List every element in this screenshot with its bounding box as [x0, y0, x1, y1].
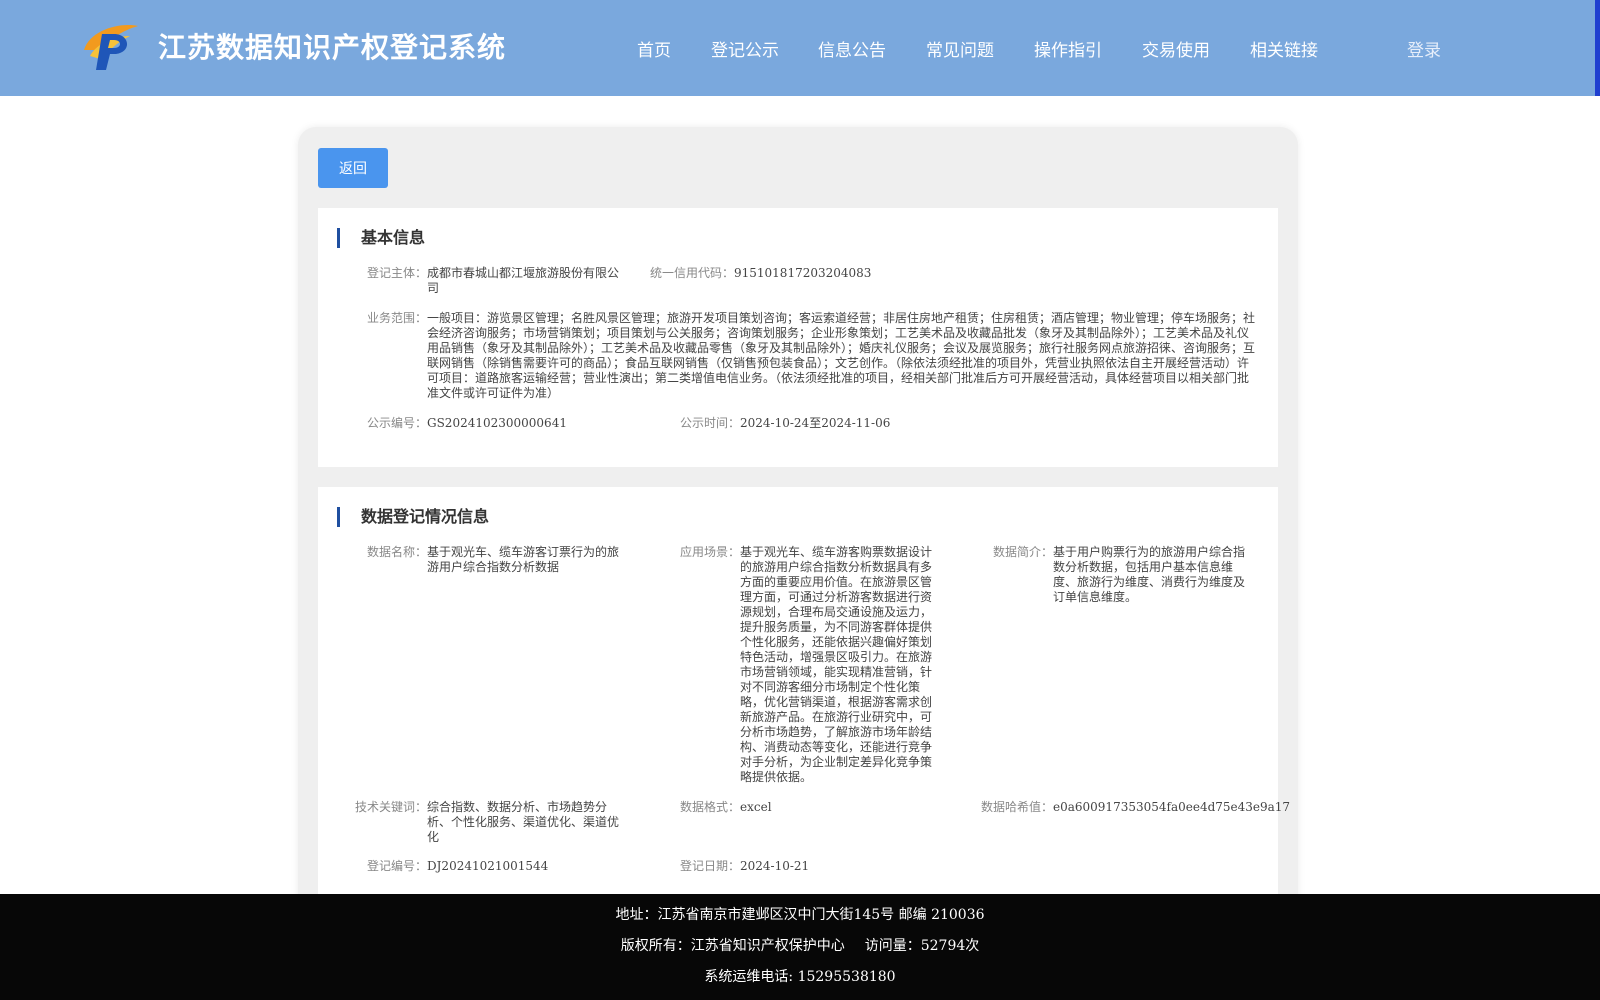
- field-value: 基于用户购票行为的旅游用户综合指数分析数据，包括用户基本信息维度、旅游行为维度、…: [1053, 545, 1246, 604]
- field-value: GS2024102300000641: [427, 416, 567, 430]
- site-footer: 地址：江苏省南京市建邺区汉中门大街145号 邮编 210036 版权所有：江苏省…: [0, 894, 1600, 1000]
- field-value: 基于观光车、缆车游客订票行为的旅游用户综合指数分析数据: [427, 545, 620, 574]
- field-value: DJ20241021001544: [427, 859, 549, 873]
- field-label: 登记日期：: [679, 859, 740, 873]
- field-label: 数据格式：: [679, 800, 740, 814]
- field-label: 公示编号：: [366, 416, 427, 430]
- field-value: 综合指数、数据分析、市场趋势分析、个性化服务、渠道优化、渠道优化: [427, 800, 620, 844]
- section-title: 数据登记情况信息: [337, 507, 489, 527]
- footer-copyright-line: 版权所有：江苏省知识产权保护中心 访问量：52794次: [0, 935, 1600, 955]
- nav-registration-notice[interactable]: 登记公示: [711, 36, 779, 61]
- field-value: 成都市春城山都江堰旅游股份有限公司: [427, 266, 620, 295]
- footer-copyright: 版权所有：江苏省知识产权保护中心: [620, 938, 845, 954]
- footer-address: 地址：江苏省南京市建邺区汉中门大街145号 邮编 210036: [615, 907, 985, 923]
- site-logo-icon: [84, 25, 138, 70]
- nav-faq[interactable]: 常见问题: [926, 36, 994, 61]
- nav-trade-use[interactable]: 交易使用: [1142, 36, 1210, 61]
- field-value: 2024-10-21: [740, 859, 810, 873]
- field-label: 统一信用代码：: [649, 266, 734, 280]
- field-label: 业务范围：: [366, 311, 427, 325]
- basic-info-card: 基本信息 登记主体： 成都市春城山都江堰旅游股份有限公司 统一信用代码： 915…: [318, 208, 1278, 467]
- field-value: 2024-10-24至2024-11-06: [740, 416, 891, 430]
- field-label: 数据哈希值：: [980, 800, 1053, 814]
- field-value: excel: [740, 800, 772, 814]
- footer-hotline: 系统运维电话: 15295538180: [704, 969, 896, 985]
- nav-related-links[interactable]: 相关链接: [1250, 36, 1318, 61]
- section-title: 基本信息: [337, 228, 425, 248]
- site-title: 江苏数据知识产权登记系统: [158, 31, 507, 64]
- field-label: 数据名称：: [366, 545, 427, 559]
- field-label: 公示时间：: [679, 416, 740, 430]
- field-value: 一般项目：游览景区管理；名胜风景区管理；旅游开发项目策划咨询；客运索道经营；非居…: [427, 311, 1256, 400]
- footer-visits: 访问量：52794次: [864, 938, 980, 954]
- field-value: e0a600917353054fa0ee4d75e43e9a17: [1053, 800, 1291, 814]
- field-label: 登记编号：: [366, 859, 427, 873]
- field-value: 基于观光车、缆车游客购票数据设计的旅游用户综合指数分析数据具有多方面的重要应用价…: [740, 545, 933, 784]
- field-label: 应用场景：: [679, 545, 740, 559]
- login-link[interactable]: 登录: [1407, 36, 1441, 61]
- field-label: 登记主体：: [366, 266, 427, 280]
- field-value: 915101817203204083: [734, 266, 872, 280]
- site-header: 江苏数据知识产权登记系统 首页 登记公示 信息公告 常见问题 操作指引 交易使用…: [0, 0, 1595, 96]
- nav-home[interactable]: 首页: [637, 36, 671, 61]
- back-button[interactable]: 返回: [318, 148, 388, 188]
- field-label: 数据简介：: [992, 545, 1053, 559]
- scrollbar[interactable]: [1595, 0, 1600, 96]
- data-registration-card: 数据登记情况信息 数据名称： 基于观光车、缆车游客订票行为的旅游用户综合指数分析…: [318, 487, 1291, 927]
- nav-info-announcement[interactable]: 信息公告: [818, 36, 886, 61]
- field-label: 技术关键词：: [354, 800, 427, 814]
- nav-operation-guide[interactable]: 操作指引: [1034, 36, 1102, 61]
